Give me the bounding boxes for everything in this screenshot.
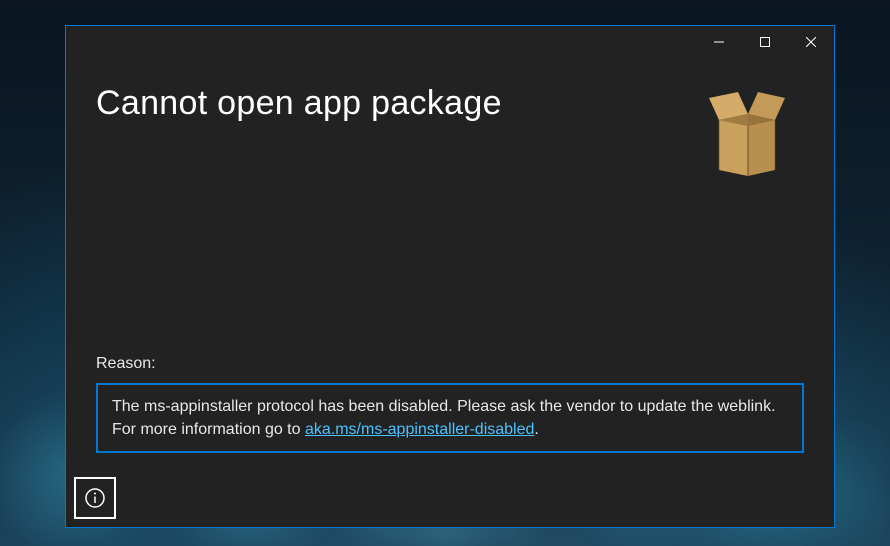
reason-section: Reason: The ms-appinstaller protocol has… (96, 355, 804, 453)
maximize-icon (760, 37, 770, 47)
error-title: Cannot open app package (96, 84, 502, 123)
more-info-link[interactable]: aka.ms/ms-appinstaller-disabled (305, 421, 534, 438)
info-icon (84, 487, 106, 509)
window-titlebar (66, 26, 834, 58)
minimize-icon (714, 37, 724, 47)
header-row: Cannot open app package (96, 80, 804, 189)
reason-message-box: The ms-appinstaller protocol has been di… (96, 383, 804, 453)
app-installer-error-window: Cannot open app package (65, 25, 835, 528)
maximize-button[interactable] (742, 26, 788, 58)
reason-text-after: . (534, 421, 538, 438)
close-icon (806, 37, 816, 47)
info-button[interactable] (74, 477, 116, 519)
close-button[interactable] (788, 26, 834, 58)
minimize-button[interactable] (696, 26, 742, 58)
open-box-icon (692, 76, 800, 189)
window-content: Cannot open app package (66, 58, 834, 527)
reason-label: Reason: (96, 355, 804, 373)
